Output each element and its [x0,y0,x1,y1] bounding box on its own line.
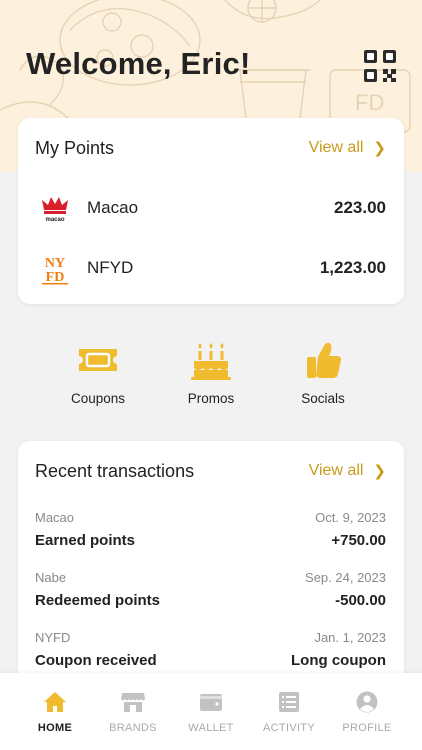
nav-item-wallet[interactable]: WALLET [171,691,251,734]
my-points-title: My Points [35,138,115,158]
transaction-description: Redeemed points [35,592,161,609]
macao-logo-icon: macao [42,197,68,223]
thumbs-up-icon [307,342,341,378]
cake-icon [191,343,231,380]
transaction-amount: +750.00 [331,532,386,549]
shortcut-label: Promos [187,391,235,406]
transactions-view-all-link[interactable]: View all ❯ [309,462,386,480]
points-row-nfyd[interactable]: NY FD NFYD 1,223.00 [18,248,404,288]
transaction-date: Jan. 1, 2023 [314,630,386,645]
svg-text:FD: FD [46,270,65,285]
svg-text:NY: NY [45,256,65,271]
brand-name: Macao [87,198,139,217]
view-all-label: View all [308,462,364,479]
nav-item-activity[interactable]: ACTIVITY [249,691,329,734]
coupons-shortcut[interactable]: Coupons [53,340,143,406]
view-all-label: View all [308,139,364,156]
chevron-right-icon: ❯ [373,140,386,157]
nav-item-brands[interactable]: BRANDS [93,691,173,734]
user-icon [356,691,378,713]
transaction-brand: Nabe [35,570,67,585]
shortcut-label: Coupons [70,391,126,406]
transaction-date: Sep. 24, 2023 [305,570,386,585]
home-icon [44,692,66,712]
nav-label: ACTIVITY [263,722,315,734]
shortcut-row: Coupons Promos Socials [0,340,422,410]
brand-name: NFYD [87,258,134,277]
svg-text:FD: FD [355,90,384,115]
qr-code-button[interactable] [364,50,396,82]
store-icon [121,693,145,712]
nav-item-home[interactable]: HOME [15,691,95,734]
recent-transactions-card: Recent transactions View all ❯ Macao Oct… [18,441,404,701]
transaction-brand: NYFD [35,630,71,645]
svg-text:macao: macao [45,217,64,223]
transaction-amount: Long coupon [291,652,386,669]
points-view-all-link[interactable]: View all ❯ [309,139,386,157]
points-value: 1,223.00 [319,258,386,277]
bottom-navigation: HOME BRANDS WALLET ACTIVITY PROFILE [0,673,422,750]
transaction-row[interactable]: Macao Oct. 9, 2023 Earned points +750.00 [18,510,404,556]
nav-label: WALLET [188,722,234,734]
transaction-description: Earned points [35,532,136,549]
socials-shortcut[interactable]: Socials [278,340,368,406]
welcome-heading: Welcome, Eric! [26,46,251,81]
my-points-card: My Points View all ❯ macao Macao 223.00 … [18,118,404,304]
transaction-amount: -500.00 [335,592,386,609]
transactions-title: Recent transactions [35,461,195,481]
nav-item-profile[interactable]: PROFILE [327,691,407,734]
list-icon [279,692,299,712]
nav-label: HOME [37,722,73,734]
nyfd-logo-icon: NY FD [42,256,68,285]
qr-code-icon [364,50,396,82]
nav-label: BRANDS [109,722,157,734]
promos-shortcut[interactable]: Promos [166,340,256,406]
points-value: 223.00 [334,198,386,217]
transaction-row[interactable]: Nabe Sep. 24, 2023 Redeemed points -500.… [18,570,404,616]
transaction-date: Oct. 9, 2023 [315,510,386,525]
shortcut-label: Socials [301,391,345,406]
transaction-brand: Macao [35,510,75,525]
transaction-description: Coupon received [35,652,157,669]
points-row-macao[interactable]: macao Macao 223.00 [18,188,404,228]
nav-label: PROFILE [342,722,392,734]
wallet-icon [200,694,222,711]
chevron-right-icon: ❯ [373,463,386,480]
transaction-row[interactable]: NYFD Jan. 1, 2023 Coupon received Long c… [18,630,404,676]
ticket-icon [79,349,117,371]
